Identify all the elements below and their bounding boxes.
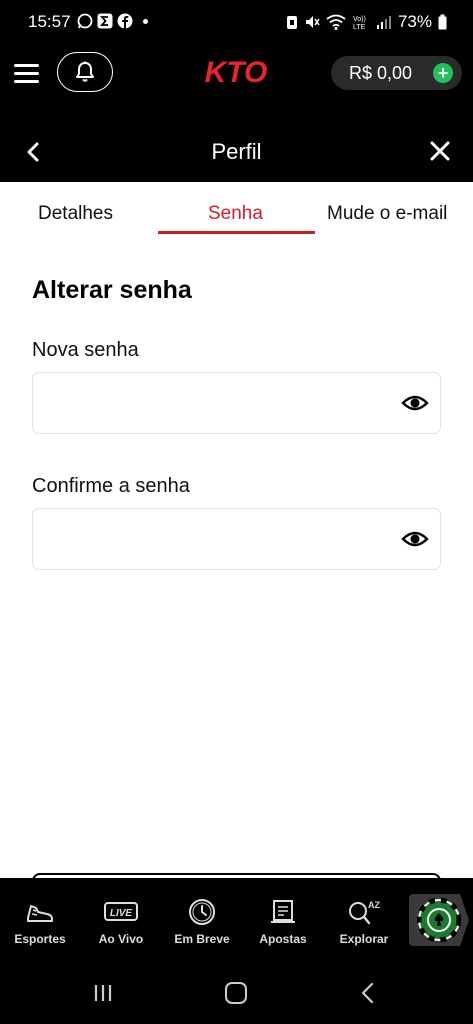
- menu-button[interactable]: [14, 64, 39, 84]
- status-system-icons: Vo)) LTE 73%: [286, 12, 447, 32]
- status-notification-icons: [77, 13, 148, 29]
- nav-label: Ao Vivo: [98, 932, 144, 946]
- status-bar: 15:57 Vo)) LTE 73%: [0, 0, 473, 44]
- home-icon[interactable]: [225, 982, 247, 1004]
- casino-chip-icon: [417, 898, 461, 942]
- whatsapp-icon: [77, 13, 93, 29]
- eye-icon[interactable]: [401, 391, 429, 415]
- volte-icon: Vo))LTE: [353, 16, 366, 30]
- nav-label: Em Breve: [174, 932, 230, 946]
- nav-apostas[interactable]: Apostas: [243, 898, 323, 946]
- page-title: Perfil: [211, 139, 262, 164]
- nav-label: Explorar: [339, 932, 389, 946]
- nav-label: Esportes: [14, 932, 66, 946]
- tab-mude-email[interactable]: Mude o e-mail: [327, 203, 447, 225]
- search-az-icon: AZ: [349, 900, 380, 925]
- wifi-icon: [326, 14, 346, 30]
- nav-ao-vivo[interactable]: LIVE Ao Vivo: [81, 898, 161, 946]
- menu-icon-line: [14, 80, 39, 83]
- svg-text:LIVE: LIVE: [110, 908, 133, 919]
- svg-text:AZ: AZ: [368, 900, 380, 910]
- close-icon[interactable]: [427, 138, 453, 164]
- status-more-dot: [143, 18, 148, 24]
- live-icon: LIVE: [104, 902, 138, 921]
- confirm-password-field: [32, 508, 441, 570]
- svg-text:Vo)): Vo)): [353, 16, 366, 23]
- tab-detalhes[interactable]: Detalhes: [38, 203, 113, 225]
- new-password-label: Nova senha: [32, 339, 139, 361]
- balance-amount: R$ 0,00: [349, 62, 413, 83]
- app-header: KTO R$ 0,00 +: [0, 44, 473, 102]
- clock-icon: [189, 899, 215, 925]
- confirm-password-input[interactable]: [45, 523, 385, 555]
- profile-content: Detalhes Senha Mude o e-mail Alterar sen…: [0, 182, 473, 883]
- facebook-icon: [117, 13, 133, 29]
- battery-percent: 73%: [397, 12, 432, 31]
- nav-label: Apostas: [259, 932, 307, 946]
- confirm-password-label: Confirme a senha: [32, 475, 190, 497]
- system-navigation: [0, 956, 473, 1024]
- betslip-icon: [271, 900, 295, 923]
- section-title: Alterar senha: [32, 276, 192, 304]
- svg-text:LTE: LTE: [353, 24, 366, 30]
- sigma-icon: [97, 13, 113, 29]
- bell-icon: [76, 61, 94, 82]
- nav-explorar[interactable]: AZ Explorar: [324, 898, 404, 946]
- nav-casino[interactable]: [409, 894, 469, 946]
- menu-icon-line: [14, 64, 39, 67]
- new-password-field: [32, 372, 441, 434]
- nfc-icon: [286, 16, 297, 29]
- battery-icon: [438, 14, 447, 30]
- recents-icon[interactable]: [93, 983, 113, 1003]
- active-tab-indicator: [158, 231, 315, 234]
- add-funds-icon[interactable]: +: [433, 63, 453, 83]
- new-password-input[interactable]: [45, 387, 385, 419]
- tab-senha[interactable]: Senha: [208, 203, 263, 225]
- svg-text:KTO: KTO: [205, 57, 268, 87]
- profile-tabs: Detalhes Senha Mude o e-mail: [0, 182, 473, 236]
- nav-esportes[interactable]: Esportes: [0, 898, 80, 946]
- profile-subheader: Perfil: [0, 122, 473, 182]
- signal-icon: [376, 16, 391, 29]
- nav-em-breve[interactable]: Em Breve: [162, 898, 242, 946]
- balance-button[interactable]: R$ 0,00 +: [331, 56, 462, 90]
- kto-logo[interactable]: KTO: [190, 57, 282, 87]
- shoe-icon: [27, 905, 53, 922]
- bottom-navigation: Esportes LIVE Ao Vivo Em Breve Apostas A…: [0, 878, 473, 956]
- notifications-button[interactable]: [57, 52, 113, 92]
- mute-icon: [305, 16, 320, 28]
- eye-icon[interactable]: [401, 527, 429, 551]
- status-time: 15:57: [28, 12, 71, 31]
- system-back-icon[interactable]: [359, 982, 377, 1004]
- menu-icon-line: [14, 72, 39, 75]
